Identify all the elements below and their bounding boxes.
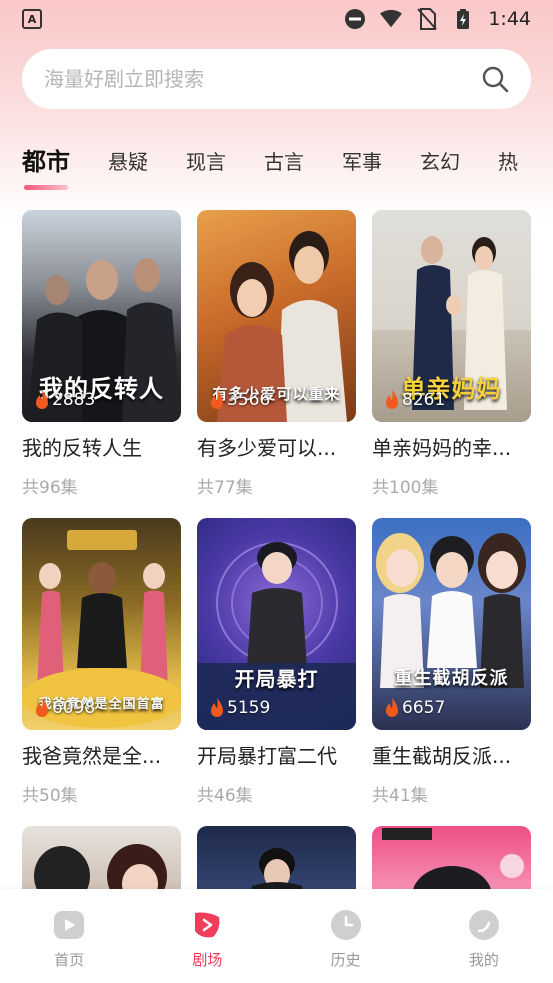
search-bar[interactable]: [22, 49, 531, 109]
tab-junshi[interactable]: 军事: [342, 140, 382, 184]
drama-poster[interactable]: 开局暴打 5159: [197, 518, 356, 730]
episode-count: 共50集: [22, 786, 78, 806]
view-count: 6657: [384, 698, 445, 718]
drama-poster[interactable]: 有多少爱可以重来 3566: [197, 210, 356, 422]
flame-icon: [386, 698, 398, 717]
drama-title[interactable]: 单亲妈妈的幸...: [372, 432, 531, 461]
do-not-disturb-icon: [344, 8, 366, 30]
view-count: 8261: [384, 390, 445, 410]
flame-icon: [36, 390, 48, 409]
nav-profile[interactable]: 我的: [434, 909, 534, 970]
drama-title[interactable]: 重生截胡反派...: [372, 740, 531, 769]
wifi-icon: [380, 8, 403, 30]
nav-home[interactable]: 首页: [19, 909, 119, 970]
drama-title[interactable]: 有多少爱可以...: [197, 432, 356, 461]
flame-icon: [386, 390, 398, 409]
poster-title-text: 开局暴打: [234, 667, 319, 691]
bottom-nav: 首页 剧场 历史 我的: [0, 889, 553, 983]
episode-count: 共96集: [22, 478, 78, 498]
tab-xianyan[interactable]: 现言: [186, 140, 226, 184]
profile-icon: [468, 910, 499, 940]
episode-count: 共41集: [372, 786, 428, 806]
drama-card[interactable]: 有多少爱可以重来 3566 有多少爱可以... 共77集: [197, 210, 356, 518]
tab-xuanhuan[interactable]: 玄幻: [420, 140, 460, 184]
nav-history[interactable]: 历史: [296, 909, 396, 970]
drama-card[interactable]: 我的反转人 2883 我的反转人生 共96集: [22, 210, 181, 518]
episode-count: 共77集: [197, 478, 253, 498]
theater-icon: [195, 912, 220, 938]
drama-title[interactable]: 开局暴打富二代: [197, 740, 356, 769]
battery-charging-icon: [452, 8, 474, 30]
status-bar: A 1:44: [0, 0, 553, 38]
clock: 1:44: [488, 8, 531, 30]
drama-poster[interactable]: 单亲妈妈 8261: [372, 210, 531, 422]
drama-title[interactable]: 我的反转人生: [22, 432, 181, 461]
flame-icon: [211, 390, 223, 409]
tab-dushi[interactable]: 都市: [22, 140, 70, 190]
clock-icon: [330, 910, 361, 940]
episode-count: 共46集: [197, 786, 253, 806]
category-tabs: 都市 悬疑 现言 古言 军事 玄幻热: [22, 140, 553, 190]
drama-poster[interactable]: 重生截胡反派 6657: [372, 518, 531, 730]
drama-card[interactable]: 重生截胡反派 6657 重生截胡反派... 共41集: [372, 518, 531, 826]
active-tab-indicator: [24, 185, 68, 190]
tab-re[interactable]: 热: [498, 140, 518, 184]
no-sim-icon: [416, 8, 438, 30]
view-count: 6098: [34, 698, 95, 718]
tab-guyan[interactable]: 古言: [264, 140, 304, 184]
drama-grid: 我的反转人 2883 我的反转人生 共96集 有多少爱可以重来 3566 有多少…: [22, 210, 532, 906]
play-icon: [54, 911, 85, 939]
drama-card[interactable]: 单亲妈妈 8261 单亲妈妈的幸... 共100集: [372, 210, 531, 518]
tab-xuanyi[interactable]: 悬疑: [108, 140, 148, 184]
drama-title[interactable]: 我爸竟然是全...: [22, 740, 181, 769]
flame-icon: [36, 698, 48, 717]
drama-card[interactable]: 开局暴打 5159 开局暴打富二代 共46集: [197, 518, 356, 826]
view-count: 2883: [34, 390, 95, 410]
app-notification-icon: A: [22, 9, 42, 29]
drama-poster[interactable]: 我爸竟然是全国首富 6098: [22, 518, 181, 730]
drama-poster[interactable]: 我的反转人 2883: [22, 210, 181, 422]
poster-title-text: 重生截胡反派: [394, 668, 509, 689]
drama-card[interactable]: 我爸竟然是全国首富 6098 我爸竟然是全... 共50集: [22, 518, 181, 826]
nav-theater[interactable]: 剧场: [157, 909, 257, 970]
view-count: 3566: [209, 390, 270, 410]
view-count: 5159: [209, 698, 270, 718]
search-icon[interactable]: [481, 65, 509, 93]
search-input[interactable]: [44, 67, 481, 91]
flame-icon: [211, 698, 223, 717]
episode-count: 共100集: [372, 478, 439, 498]
